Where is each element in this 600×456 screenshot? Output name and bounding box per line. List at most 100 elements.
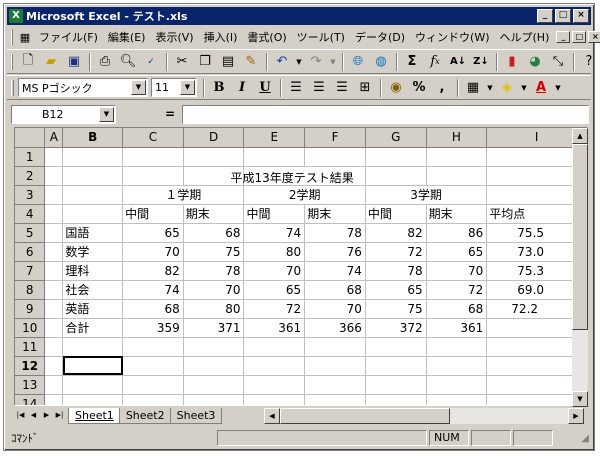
score-cell[interactable]: 82 (365, 223, 427, 243)
currency-icon[interactable]: ◉ (385, 77, 407, 98)
row-header[interactable]: 7 (15, 261, 46, 281)
sub-label-cell[interactable]: 中間 (365, 204, 427, 224)
italic-button[interactable]: I (231, 77, 253, 98)
row-header[interactable]: 5 (15, 223, 46, 243)
row-header[interactable]: 13 (15, 375, 46, 395)
score-cell[interactable]: 65 (122, 223, 184, 243)
copy-icon[interactable]: ❐ (194, 51, 216, 72)
prev-sheet-icon[interactable]: ◀ (27, 408, 40, 423)
font-size-combo[interactable]: 11 ▼ (151, 78, 197, 97)
tab-sheet3[interactable]: Sheet3 (169, 408, 223, 424)
tab-sheet1[interactable]: Sheet1 (68, 408, 121, 424)
cell[interactable] (44, 375, 64, 395)
row-header[interactable]: 9 (15, 299, 46, 319)
toolbar-grip[interactable] (11, 53, 13, 70)
sort-ascending-icon[interactable]: A↓ (447, 51, 469, 72)
menu-edit[interactable]: 編集(E) (103, 29, 151, 45)
subject-cell[interactable]: 社会 (62, 280, 124, 300)
menu-format[interactable]: 書式(O) (242, 29, 291, 45)
cell[interactable] (426, 147, 488, 167)
resize-grip-icon[interactable]: ◢ (581, 433, 589, 444)
score-cell[interactable]: 78 (304, 223, 366, 243)
row-header[interactable]: 10 (15, 318, 46, 338)
sub-label-cell[interactable]: 中間 (243, 204, 306, 224)
menu-data[interactable]: データ(D) (350, 29, 410, 45)
row-header[interactable]: 3 (15, 185, 46, 205)
cell[interactable] (243, 375, 306, 395)
horizontal-scroll-thumb[interactable] (280, 408, 450, 424)
hyperlink-icon[interactable]: 🌐︎ (347, 51, 369, 72)
menu-help[interactable]: ヘルプ(H) (495, 29, 555, 45)
spellcheck-icon[interactable]: ✓ (140, 51, 162, 72)
cell[interactable] (304, 337, 366, 357)
cell[interactable] (183, 337, 245, 357)
total-label-cell[interactable]: 合計 (62, 318, 124, 338)
print-preview-icon[interactable]: 🔍︎ (117, 51, 139, 72)
cell[interactable] (62, 147, 124, 167)
cell[interactable] (365, 337, 427, 357)
cell[interactable] (62, 204, 124, 224)
cell[interactable] (44, 318, 64, 338)
score-cell[interactable]: 78 (365, 261, 427, 281)
cell[interactable] (62, 166, 124, 186)
total-cell[interactable]: 361 (426, 318, 488, 338)
drawing-icon[interactable]: ⤡ (547, 51, 569, 72)
vertical-scroll-thumb[interactable] (572, 144, 588, 330)
term1-label[interactable]: １学期 (122, 185, 245, 205)
cell[interactable] (44, 204, 64, 224)
menu-tools[interactable]: ツール(T) (292, 29, 350, 45)
cell[interactable] (243, 356, 306, 376)
row-header[interactable]: 6 (15, 242, 46, 262)
fill-color-icon[interactable]: ◈ (496, 77, 518, 98)
cell[interactable] (365, 356, 427, 376)
cell[interactable] (122, 394, 184, 405)
menu-view[interactable]: 表示(V) (150, 29, 198, 45)
font-color-icon[interactable]: A (530, 77, 552, 98)
function-wizard-icon[interactable]: fx (424, 51, 446, 72)
fill-dropdown-icon[interactable]: ▼ (519, 77, 529, 98)
score-cell[interactable]: 76 (304, 242, 366, 262)
bold-button[interactable]: B (208, 77, 230, 98)
sub-label-cell[interactable]: 期末 (426, 204, 488, 224)
cell[interactable] (304, 375, 366, 395)
cell[interactable] (62, 394, 124, 405)
title-bar[interactable]: X Microsoft Excel - テスト.xls _ □ × (7, 7, 591, 25)
score-cell[interactable]: 72 (243, 299, 306, 319)
merge-center-icon[interactable]: ⊞ (354, 77, 376, 98)
cell[interactable] (62, 185, 124, 205)
col-header-a[interactable]: A (44, 128, 64, 148)
col-header-d[interactable]: D (183, 128, 245, 148)
total-cell[interactable]: 366 (304, 318, 366, 338)
font-name-combo[interactable]: MS Pゴシック ▼ (18, 78, 148, 97)
cell[interactable] (44, 299, 64, 319)
toolbar2-grip[interactable] (11, 79, 14, 96)
cell[interactable] (183, 394, 245, 405)
borders-dropdown-icon[interactable]: ▼ (485, 77, 495, 98)
total-cell[interactable]: 372 (365, 318, 427, 338)
scroll-down-icon[interactable]: ▼ (572, 391, 588, 407)
cell[interactable] (44, 280, 64, 300)
row-header[interactable]: 1 (15, 147, 46, 167)
save-disk-icon[interactable]: ▣ (63, 51, 85, 72)
cell[interactable] (243, 394, 306, 405)
formula-input[interactable] (182, 104, 589, 124)
paste-icon[interactable]: ▤ (217, 51, 239, 72)
score-cell[interactable]: 65 (243, 280, 306, 300)
name-box[interactable]: B12 ▼ (11, 104, 116, 124)
cell[interactable] (426, 337, 488, 357)
col-header-h[interactable]: H (426, 128, 488, 148)
cell[interactable] (243, 147, 306, 167)
minimize-button[interactable]: _ (537, 9, 553, 23)
score-cell[interactable]: 70 (243, 261, 306, 281)
sub-label-cell[interactable]: 中間 (122, 204, 184, 224)
sub-label-cell[interactable]: 期末 (183, 204, 245, 224)
undo-icon[interactable]: ↶ (271, 51, 293, 72)
redo-icon[interactable]: ↷ (305, 51, 327, 72)
row-header[interactable]: 8 (15, 280, 46, 300)
score-cell[interactable]: 65 (365, 280, 427, 300)
subject-cell[interactable]: 国語 (62, 223, 124, 243)
subject-cell[interactable]: 英語 (62, 299, 124, 319)
horizontal-scrollbar[interactable]: ◀ ▶ (264, 408, 584, 424)
redo-dropdown-icon[interactable]: ▼ (328, 51, 338, 72)
cell[interactable] (44, 185, 64, 205)
